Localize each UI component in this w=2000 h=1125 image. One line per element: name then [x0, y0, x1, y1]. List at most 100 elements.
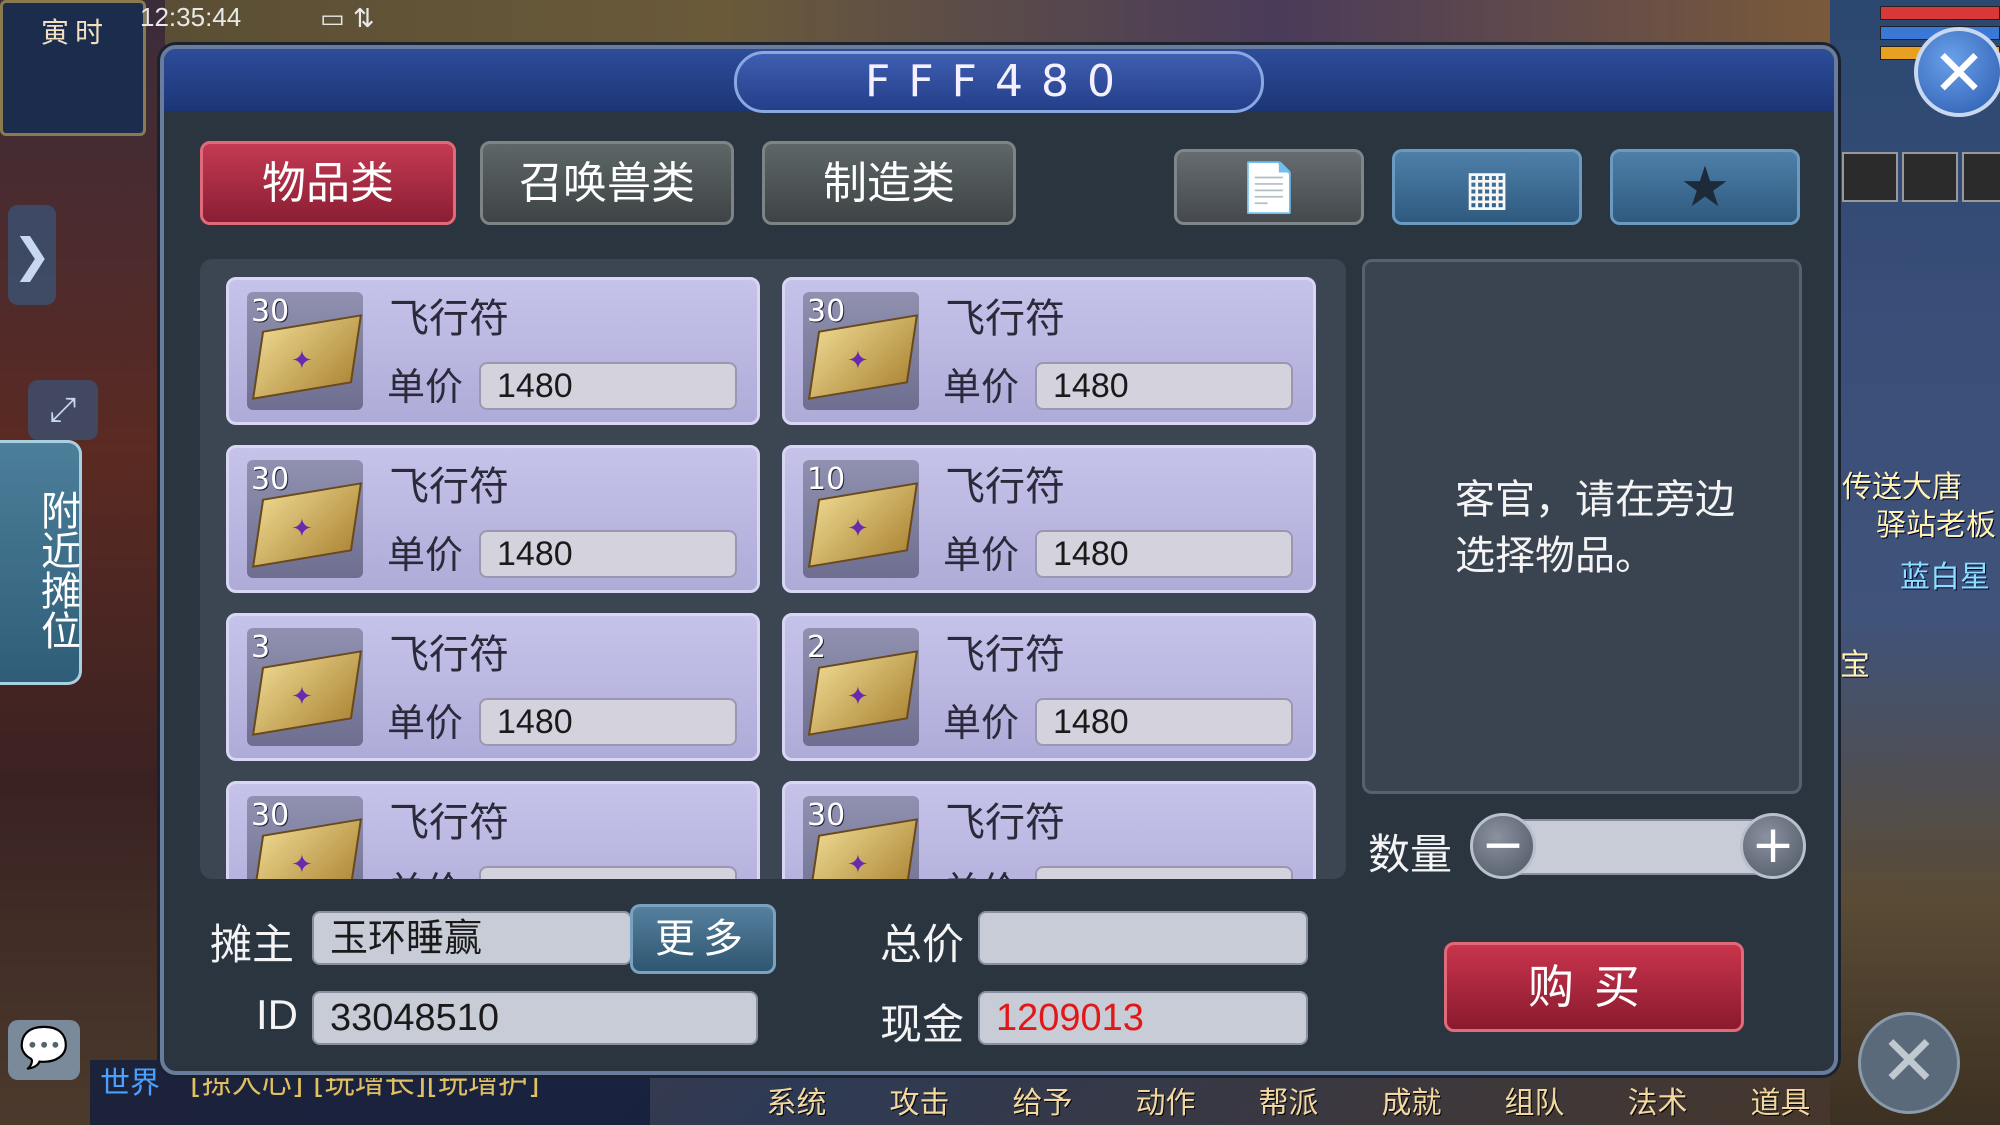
star-icon: ★ [1679, 155, 1731, 220]
menu-system[interactable]: 系统 [735, 1078, 858, 1122]
item-quantity: 30 [807, 798, 846, 833]
scroll-icon: ✦ 3 [247, 628, 363, 746]
id-label: ID [256, 991, 298, 1038]
plus-icon[interactable]: + [1740, 813, 1806, 879]
scroll-icon: ✦ 30 [247, 796, 363, 879]
price-label: 单价 [943, 860, 1019, 879]
price-label: 单价 [387, 701, 464, 745]
item-price: 1480 [479, 530, 737, 578]
scroll-icon: ✦ 30 [247, 460, 363, 578]
tab-items[interactable]: 物品类 [200, 141, 456, 225]
menu-action[interactable]: 动作 [1104, 1078, 1227, 1122]
price-label: 单价 [387, 365, 464, 409]
item-name: 飞行符 [945, 464, 1065, 510]
item-name: 飞行符 [389, 632, 509, 678]
menu-team[interactable]: 组队 [1473, 1078, 1596, 1122]
item-card[interactable]: ✦ 30 飞行符 单价 1480 [782, 277, 1316, 425]
item-name: 飞行符 [945, 296, 1065, 342]
title-plate: FFF480 [734, 51, 1264, 113]
chat-channel: 世界 [100, 1066, 160, 1101]
item-price: 1480 [479, 698, 737, 746]
chat-icon[interactable]: 💬 [8, 1020, 80, 1080]
item-price [1035, 866, 1293, 879]
document-icon: 📄 [1239, 160, 1299, 216]
record-button[interactable]: 📄 [1174, 149, 1364, 225]
item-name: 飞行符 [389, 800, 509, 846]
item-card[interactable]: ✦ 10 飞行符 单价 1480 [782, 445, 1316, 593]
nearby-stalls-button[interactable]: 附近摊位 [0, 440, 82, 685]
item-card[interactable]: ✦ 30 飞行符 单价 [226, 781, 760, 879]
item-price [479, 866, 737, 879]
tool-slot[interactable] [1842, 152, 1898, 202]
menu-achievement[interactable]: 成就 [1350, 1078, 1473, 1122]
item-quantity: 30 [251, 294, 290, 329]
menu-items[interactable]: 道具 [1719, 1078, 1842, 1122]
price-label: 单价 [943, 533, 1020, 577]
item-quantity: 30 [807, 294, 846, 329]
minus-icon[interactable]: − [1470, 813, 1536, 879]
favorite-button[interactable]: ★ [1610, 149, 1800, 225]
clock-label: 寅时 [41, 16, 110, 49]
item-price: 1480 [479, 362, 737, 410]
scroll-icon: ✦ 2 [803, 628, 919, 746]
item-name: 飞行符 [945, 800, 1065, 846]
bottom-menu: 系统 攻击 给予 动作 帮派 成就 组队 法术 道具 [735, 1078, 1842, 1122]
grid-icon: ▦ [1464, 160, 1510, 216]
item-detail-panel: 客官，请在旁边选择物品。 [1362, 259, 1802, 794]
tool-slot[interactable] [1902, 152, 1958, 202]
battery-icon: ▭ ⇅ [320, 4, 375, 34]
dialog-title: FFF480 [865, 56, 1133, 107]
close-button[interactable]: ✕ [1914, 27, 2000, 117]
more-button[interactable]: 更多 [630, 904, 776, 974]
item-card[interactable]: ✦ 30 飞行符 单价 1480 [226, 277, 760, 425]
price-label: 单价 [387, 533, 464, 577]
menu-spell[interactable]: 法术 [1596, 1078, 1719, 1122]
item-grid[interactable]: ✦ 30 飞行符 单价 1480 ✦ 30 飞行符 单价 1480 ✦ 30 飞… [200, 259, 1346, 879]
grid-view-button[interactable]: ▦ [1392, 149, 1582, 225]
scroll-icon: ✦ 10 [803, 460, 919, 578]
menu-give[interactable]: 给予 [981, 1078, 1104, 1122]
cash-label: 现金 [880, 1000, 965, 1049]
item-name: 飞行符 [389, 296, 509, 342]
item-quantity: 10 [807, 462, 846, 497]
chevron-right-icon[interactable]: ❯ [8, 205, 56, 305]
item-name: 飞行符 [945, 632, 1065, 678]
menu-attack[interactable]: 攻击 [858, 1078, 981, 1122]
scroll-icon: ✦ 30 [803, 796, 919, 879]
seller-id: 33048510 [312, 991, 758, 1045]
item-card[interactable]: ✦ 30 飞行符 单价 1480 [226, 445, 760, 593]
game-clock[interactable]: 寅时 [0, 0, 146, 136]
item-quantity: 30 [251, 798, 290, 833]
item-quantity: 30 [251, 462, 290, 497]
price-label: 单价 [387, 860, 463, 879]
expand-icon[interactable]: ⤢ [28, 380, 98, 440]
right-toolbar [1842, 152, 2000, 202]
menu-guild[interactable]: 帮派 [1227, 1078, 1350, 1122]
stall-dialog: FFF480 ✕ 物品类 召唤兽类 制造类 📄 ▦ ★ ✦ 30 飞行符 单价 … [160, 27, 2000, 1075]
tab-crafting[interactable]: 制造类 [762, 141, 1016, 225]
tool-slot[interactable] [1962, 152, 2000, 202]
item-card[interactable]: ✦ 2 飞行符 单价 1480 [782, 613, 1316, 761]
item-name: 飞行符 [389, 464, 509, 510]
close-icon[interactable]: ✕ [1858, 1012, 1960, 1114]
owner-name: 玉环睡赢 [312, 911, 632, 965]
item-price: 1480 [1035, 530, 1293, 578]
price-label: 单价 [943, 701, 1020, 745]
item-card[interactable]: ✦ 3 飞行符 单价 1480 [226, 613, 760, 761]
tab-pets[interactable]: 召唤兽类 [480, 141, 734, 225]
buy-button[interactable]: 购买 [1444, 942, 1744, 1032]
cash-value: 1209013 [978, 991, 1308, 1045]
total-price-label: 总价 [880, 920, 965, 969]
scroll-icon: ✦ 30 [247, 292, 363, 410]
price-label: 单价 [943, 365, 1020, 409]
item-quantity: 2 [807, 630, 827, 665]
player-name: 蓝白星 [1900, 560, 1990, 595]
npc-tag: 宝 [1840, 648, 1870, 683]
npc-name: 驿站老板 [1876, 508, 1996, 543]
item-price: 1480 [1035, 698, 1293, 746]
detail-message: 客官，请在旁边选择物品。 [1455, 477, 1735, 579]
item-card[interactable]: ✦ 30 飞行符 单价 [782, 781, 1316, 879]
status-time: 12:35:44 [140, 2, 242, 32]
total-price [978, 911, 1308, 965]
scroll-icon: ✦ 30 [803, 292, 919, 410]
